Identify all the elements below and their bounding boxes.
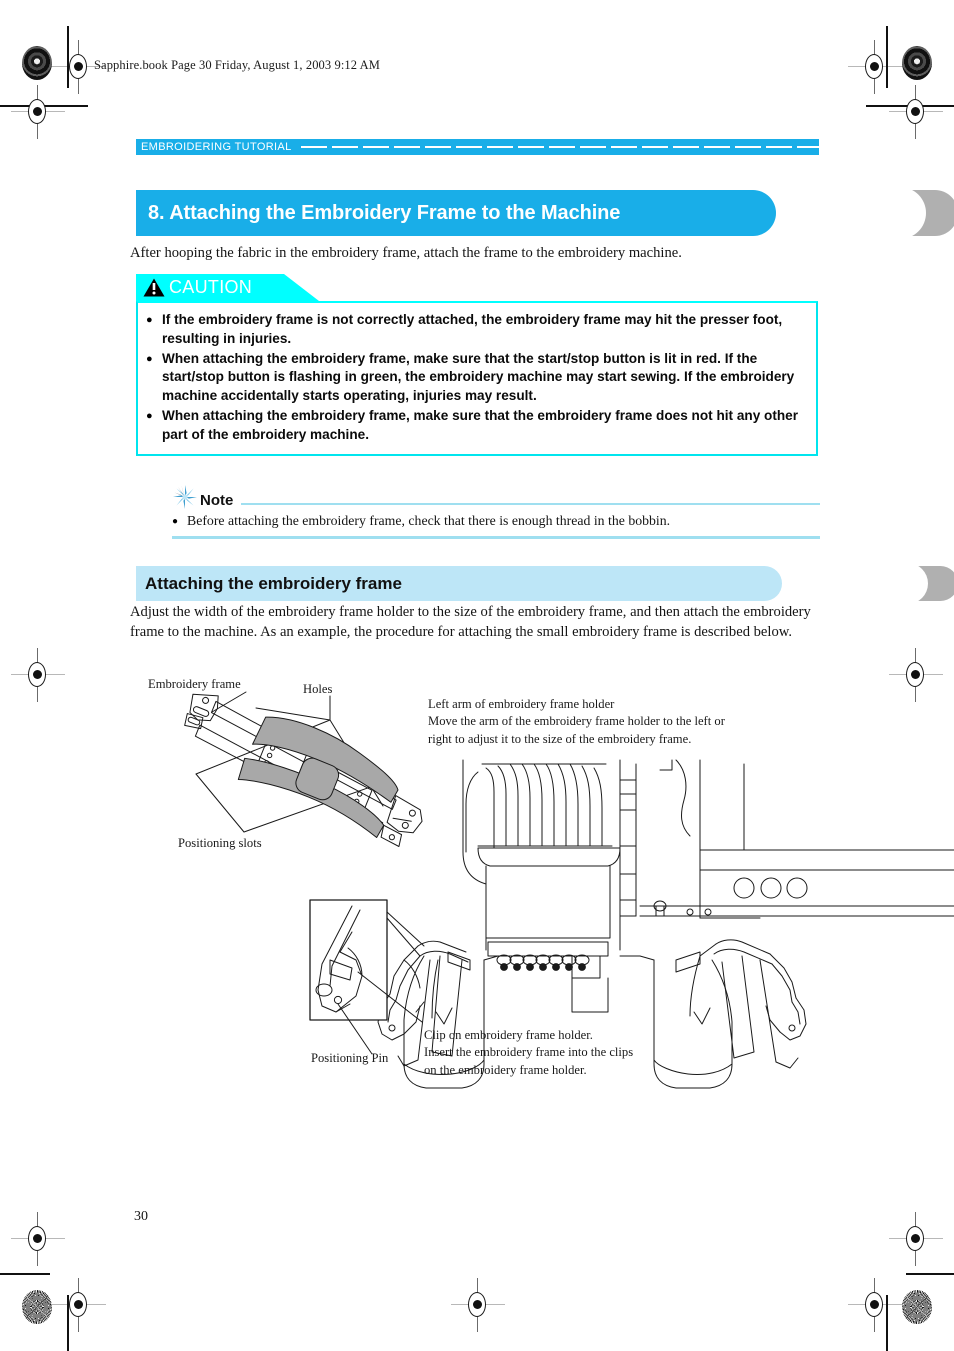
page-number: 30 (134, 1209, 148, 1224)
note-item-text: Before attaching the embroidery frame, c… (187, 513, 671, 528)
halftone-mark-top-right (902, 46, 932, 80)
subsection-title-bar: Attaching the embroidery frame (136, 563, 954, 604)
note-rule (241, 503, 820, 505)
figure-line-art (184, 691, 954, 1089)
caution-tab: CAUTION (136, 274, 319, 301)
caution-item: ● When attaching the embroidery frame, m… (146, 350, 806, 406)
registration-mark-bottom-center (451, 1278, 505, 1332)
warning-triangle-icon (143, 278, 165, 297)
chapter-intro-text: After hooping the fabric in the embroide… (130, 245, 682, 261)
caution-block: CAUTION ● If the embroidery frame is not… (136, 274, 818, 457)
registration-mark-left (11, 85, 65, 139)
document-page: Sapphire.book Page 30 Friday, August 1, … (0, 0, 954, 1351)
chapter-title-pill: 8. Attaching the Embroidery Frame to the… (136, 190, 776, 236)
note-bottom-rule (172, 536, 820, 539)
running-head-text: EMBROIDERING TUTORIAL (141, 141, 292, 153)
trim-line-bottom-left-h (0, 1273, 50, 1275)
caution-item-text: If the embroidery frame is not correctly… (162, 312, 783, 346)
halftone-mark-top-left (22, 46, 52, 80)
trim-line-bottom-left-v (67, 1295, 69, 1351)
bullet-icon: ● (146, 352, 153, 365)
figure-illustration: Embroidery frame Holes Positioning slots… (0, 660, 954, 1090)
subsection-intro-text: Adjust the width of the embroidery frame… (130, 604, 811, 640)
caution-label: CAUTION (169, 276, 253, 297)
caution-body: ● If the embroidery frame is not correct… (136, 301, 818, 457)
note-block: Note ● Before attaching the embroidery f… (172, 484, 820, 539)
running-head-dashed-rule (300, 146, 819, 148)
trim-line-top-right-v (886, 26, 888, 88)
bullet-icon: ● (172, 516, 179, 527)
book-info-header: Sapphire.book Page 30 Friday, August 1, … (94, 58, 380, 72)
halftone-mark-bottom-right (902, 1290, 932, 1324)
registration-mark-bottom-left-upper (11, 1212, 65, 1266)
subsection-title: Attaching the embroidery frame (145, 573, 402, 593)
trim-line-bottom-right-h (906, 1273, 954, 1275)
caution-item-text: When attaching the embroidery frame, mak… (162, 350, 795, 404)
note-item: ● Before attaching the embroidery frame,… (172, 513, 820, 531)
starburst-icon (172, 484, 198, 510)
trim-line-top-left-v (67, 26, 69, 88)
page-title: 8. Attaching the Embroidery Frame to the… (148, 201, 621, 224)
note-header: Note (172, 484, 820, 510)
registration-mark-bottom-right-upper (889, 1212, 943, 1266)
caution-item: ● If the embroidery frame is not correct… (146, 311, 806, 349)
registration-mark-right (889, 85, 943, 139)
running-head-banner: EMBROIDERING TUTORIAL (136, 139, 819, 155)
subsection-title-pill: Attaching the embroidery frame (136, 566, 782, 601)
bullet-icon: ● (146, 409, 153, 422)
halftone-mark-bottom-left (22, 1290, 52, 1324)
caution-item: ● When attaching the embroidery frame, m… (146, 407, 806, 445)
trim-line-bottom-right-v (886, 1295, 888, 1351)
caution-item-text: When attaching the embroidery frame, mak… (162, 407, 799, 442)
note-label: Note (200, 491, 234, 509)
chapter-title-bar: 8. Attaching the Embroidery Frame to the… (136, 187, 954, 239)
bullet-icon: ● (146, 314, 153, 326)
